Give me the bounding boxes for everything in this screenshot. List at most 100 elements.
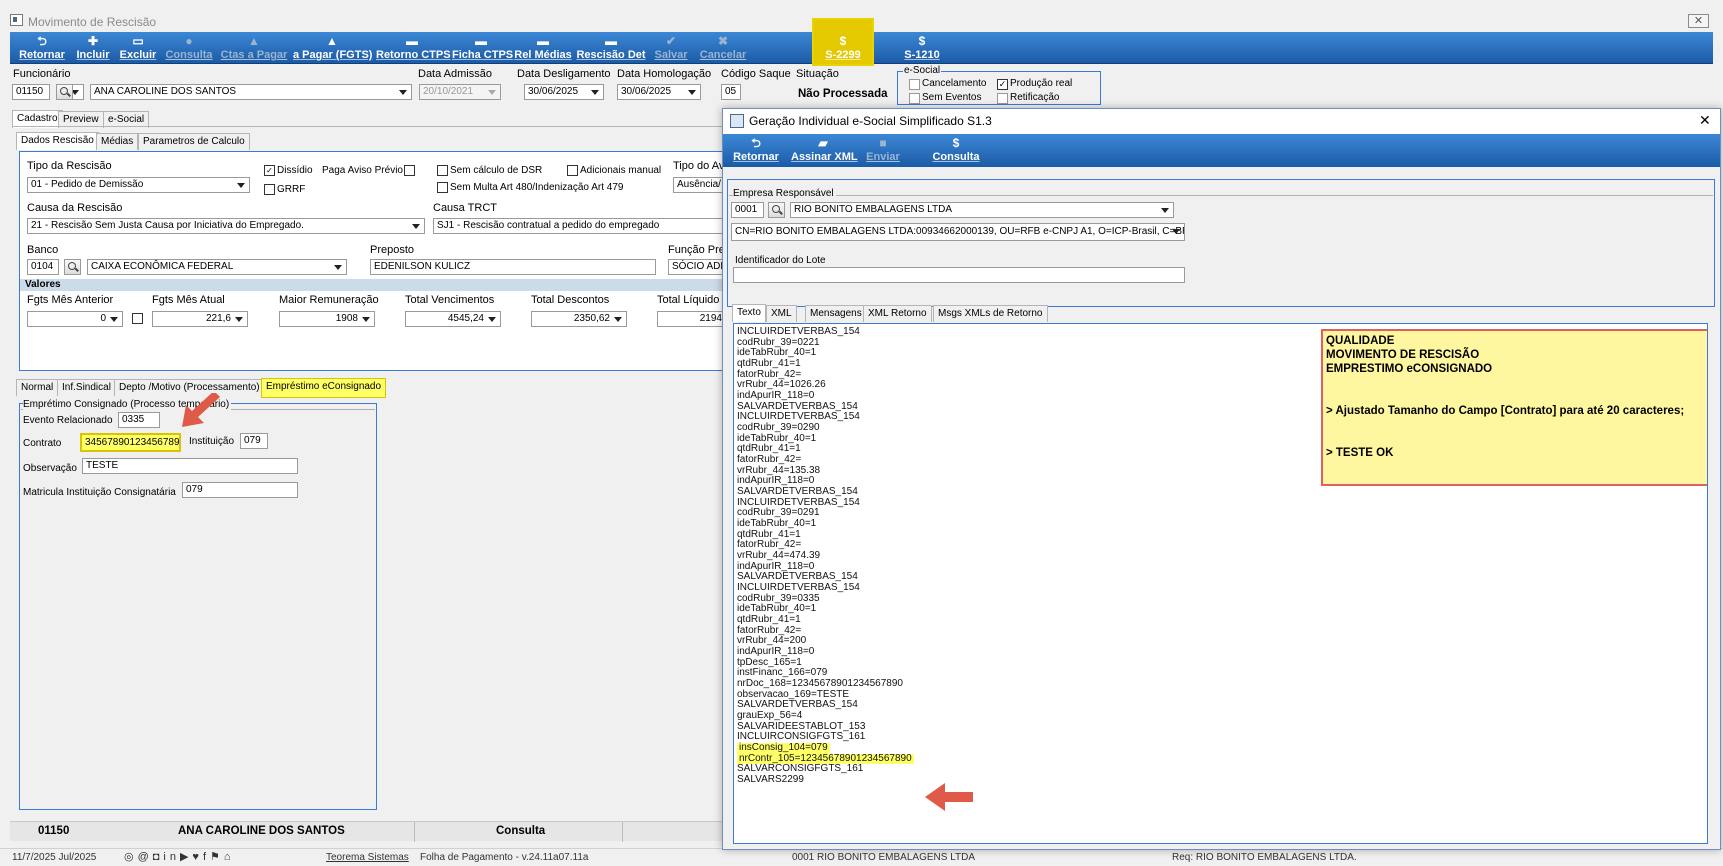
grrf-checkbox[interactable]	[264, 184, 275, 195]
funcionario-dropdown-toggle[interactable]	[72, 84, 84, 100]
empresa-select[interactable]: RIO BONITO EMBALAGENS LTDA	[790, 202, 1174, 218]
sem-dsr-checkbox[interactable]	[437, 165, 448, 176]
toolbar-button-s-2299[interactable]: $ S-2299	[812, 18, 874, 66]
liquido-input[interactable]: 2194	[657, 311, 724, 327]
funcionario-code-input[interactable]: 01150	[12, 84, 50, 100]
funcao-input[interactable]: SÓCIO ADM	[668, 259, 724, 275]
homologacao-date[interactable]: 30/06/2025	[617, 84, 701, 100]
toolbar-button-ctas-a-pagar[interactable]: ▲ Ctas a Pagar	[220, 32, 288, 64]
evento-input[interactable]: 0335	[118, 412, 160, 428]
banco-search-icon[interactable]	[64, 259, 81, 275]
tab-dados-rescis-o[interactable]: Dados Rescisão	[16, 132, 99, 150]
instituicao-input[interactable]: 079	[240, 433, 268, 449]
toolbar-button-consulta[interactable]: ● Consulta	[165, 32, 213, 64]
toolbar-button-excluir[interactable]: ▭ Excluir	[118, 32, 158, 64]
matricula-input[interactable]: 079	[182, 482, 298, 498]
adicionais-checkbox[interactable]	[567, 165, 578, 176]
dialog-button-consulta[interactable]: $ Consulta	[931, 134, 981, 166]
toolbar-icon: ●	[185, 34, 193, 48]
empresa-search-icon[interactable]	[768, 202, 785, 218]
descontos-input[interactable]: 2350,62	[531, 311, 627, 327]
tab-xml-retorno[interactable]: XML Retorno	[863, 305, 932, 322]
toolbar-icon: ▬	[605, 34, 617, 48]
red-arrow-icon	[925, 783, 973, 811]
maior-input[interactable]: 1908	[279, 311, 375, 327]
tab-xml[interactable]: XML	[766, 305, 797, 322]
sem-eventos-checkbox[interactable]	[909, 93, 920, 104]
toolbar-button-rel-m-dias[interactable]: ▬ Rel Médias	[514, 32, 572, 64]
tipo-rescisao-select[interactable]: 01 - Pedido de Demissão	[27, 177, 250, 193]
dissidio-checkbox[interactable]: ✓	[264, 165, 275, 176]
divider	[622, 822, 623, 842]
cancelamento-label: Cancelamento	[922, 78, 987, 89]
dialog-close-button[interactable]: ✕	[1699, 112, 1711, 129]
tab-m-dias[interactable]: Médias	[96, 133, 139, 150]
tab-inf-sindical[interactable]: Inf.Sindical	[57, 379, 116, 396]
empresa-code-input[interactable]: 0001	[731, 202, 764, 218]
fgts-checkbox[interactable]	[132, 313, 143, 324]
grrf-label: GRRF	[277, 184, 306, 195]
dialog-button-retornar[interactable]: ⮌ Retornar	[729, 134, 783, 166]
paga-aviso-checkbox[interactable]	[404, 165, 415, 176]
toolbar-button-cancelar[interactable]: ✖ Cancelar	[698, 32, 748, 64]
toolbar-button-ficha-ctps[interactable]: ▬ Ficha CTPS	[452, 32, 513, 64]
close-button[interactable]: ✕	[1688, 14, 1709, 28]
toolbar-button-rescis-o-det[interactable]: ▬ Rescisão Det	[576, 32, 646, 64]
fgts-atual-input[interactable]: 221,6	[152, 311, 248, 327]
sem-multa-checkbox[interactable]	[437, 182, 448, 193]
descontos-label: Total Descontos	[531, 294, 610, 306]
tab-msgs-xmls-de-retorno[interactable]: Msgs XMLs de Retorno	[933, 305, 1048, 322]
toolbar-button-retorno-ctps[interactable]: ▬ Retorno CTPS	[376, 32, 451, 64]
fgts-ant-input[interactable]: 0	[27, 311, 123, 327]
tipo-aviso-select[interactable]: Ausência/	[673, 177, 723, 193]
status-bar: 11/7/2025 Jul/2025 ◎@◘in▶♥f⚑⌂ Teorema Si…	[0, 848, 1723, 866]
search-icon[interactable]	[56, 84, 73, 100]
homologacao-label: Data Homologação	[617, 68, 712, 80]
observacao-input[interactable]: TESTE	[82, 458, 298, 474]
output-line: SALVARS2299	[737, 774, 804, 786]
toolbar-button-incluir[interactable]: ✚ Incluir	[74, 32, 112, 64]
producao-checkbox[interactable]: ✓	[997, 79, 1008, 90]
banco-code-input[interactable]: 0104	[27, 259, 59, 275]
desligamento-label: Data Desligamento	[517, 68, 611, 80]
liquido-label: Total Líquido	[657, 294, 720, 306]
contrato-input[interactable]: 345678901234567890	[80, 433, 181, 452]
causa-select[interactable]: 21 - Rescisão Sem Justa Causa por Inicia…	[27, 218, 425, 234]
social-icons[interactable]: ◎@◘in▶♥f⚑⌂	[124, 850, 235, 863]
toolbar-icon: $	[918, 34, 926, 48]
preposto-input[interactable]: EDENILSON KULICZ	[370, 259, 656, 275]
toolbar-label: S-2299	[825, 49, 861, 61]
tab-parametros-de-calculo[interactable]: Parametros de Calculo	[138, 133, 250, 150]
vencimentos-label: Total Vencimentos	[405, 294, 495, 306]
output-textarea[interactable]: INCLUIRDETVERBAS_154 codRubr_39=0221 ideTa…	[733, 323, 1708, 844]
toolbar-icon: ✖	[717, 34, 729, 48]
banco-select[interactable]: CAIXA ECONÔMICA FEDERAL	[87, 259, 347, 275]
toolbar-label: Consulta	[932, 151, 980, 163]
retificacao-checkbox[interactable]	[997, 93, 1008, 104]
status-req: Req: RIO BONITO EMBALAGENS LTDA.	[1172, 852, 1357, 863]
dialog-button-enviar[interactable]: ■ Enviar	[863, 134, 903, 166]
tab-mensagens[interactable]: Mensagens	[805, 305, 867, 322]
certificado-select[interactable]: CN=RIO BONITO EMBALAGENS LTDA:0093466200…	[731, 223, 1185, 241]
status-mode: Consulta	[496, 825, 546, 837]
toolbar-button-a-pagar-fgts-[interactable]: ▲ a Pagar (FGTS)	[293, 32, 372, 64]
tab-empr-stimo-econsignado[interactable]: Empréstimo eConsignado	[261, 378, 387, 398]
divider	[414, 822, 415, 842]
toolbar-button-s-1210[interactable]: $ S-1210	[898, 32, 946, 64]
desligamento-date[interactable]: 30/06/2025	[524, 84, 604, 100]
toolbar-button-retornar[interactable]: ⮌ Retornar	[16, 32, 68, 64]
trct-select[interactable]: SJ1 - Rescisão contratual a pedido do em…	[433, 218, 724, 234]
toolbar-label: Ctas a Pagar	[220, 49, 288, 61]
lote-input[interactable]	[733, 267, 1185, 283]
codigo-saque-input[interactable]: 05	[721, 84, 741, 100]
funcionario-name-select[interactable]: ANA CAROLINE DOS SANTOS	[90, 84, 412, 100]
cancelamento-checkbox[interactable]	[909, 79, 920, 90]
toolbar-label: Assinar XML	[791, 151, 858, 163]
tab-texto[interactable]: Texto	[732, 304, 766, 322]
tab-normal[interactable]: Normal	[16, 379, 59, 396]
teorema-link[interactable]: Teorema Sistemas	[326, 852, 409, 865]
dialog-button-assinar-xml[interactable]: ▰ Assinar XML	[791, 134, 858, 166]
toolbar-button-salvar[interactable]: ✔ Salvar	[651, 32, 691, 64]
vencimentos-input[interactable]: 4545,24	[405, 311, 501, 327]
qa-note: QUALIDADE MOVIMENTO DE RESCISÃO EMPRESTI…	[1321, 329, 1707, 486]
